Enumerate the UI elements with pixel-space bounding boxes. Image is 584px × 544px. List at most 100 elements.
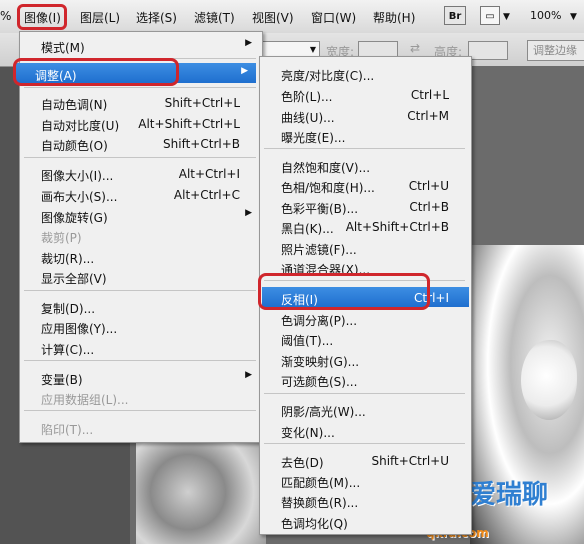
menu-item-shortcut: Shift+Ctrl+B xyxy=(163,137,240,151)
menu-item-label: 模式(M) xyxy=(41,41,85,55)
menu-item-label: 显示全部(V) xyxy=(41,272,107,286)
menu-item-shortcut: Ctrl+B xyxy=(409,200,449,214)
menu-item-label: 变量(B) xyxy=(41,373,83,387)
menu-separator xyxy=(24,290,256,291)
menu-item-label: 应用数据组(L)... xyxy=(41,393,129,407)
photo-face xyxy=(521,340,577,420)
red-highlight-image-menu xyxy=(17,4,67,30)
menu-item-label: 自动色调(N) xyxy=(41,98,108,112)
red-highlight-adjust xyxy=(13,58,179,86)
menubar-fragment: % xyxy=(0,9,12,23)
menu-item-shortcut: Shift+Ctrl+U xyxy=(371,454,449,468)
screen-mode-icon[interactable]: ▭ xyxy=(480,6,500,25)
menu-item-n[interactable]: 自动色调(N) Shift+Ctrl+L xyxy=(22,92,260,112)
menu-item-d[interactable]: 去色(D) Shift+Ctrl+U xyxy=(262,450,469,470)
menu-item-t[interactable]: 阈值(T)... xyxy=(262,328,469,348)
menu-item-r[interactable]: 替换颜色(R)... xyxy=(262,490,469,510)
menu-item-label: 渐变映射(G)... xyxy=(281,355,360,369)
chevron-down-icon: ▼ xyxy=(309,45,316,54)
photo-fragment-left xyxy=(136,440,266,544)
menu-separator xyxy=(264,443,465,444)
menu-layer[interactable]: 图层(L) xyxy=(80,9,120,26)
menu-item-k[interactable]: 黑白(K)... Alt+Shift+Ctrl+B xyxy=(262,216,469,236)
menu-item-label: 变化(N)... xyxy=(281,426,335,440)
zoom-level[interactable]: 100% xyxy=(530,9,561,22)
menu-item-d[interactable]: 复制(D)... xyxy=(22,296,260,316)
menu-help[interactable]: 帮助(H) xyxy=(373,9,415,26)
menu-item-label: 色彩平衡(B)... xyxy=(281,202,359,216)
menu-item-shortcut: Ctrl+M xyxy=(407,109,449,123)
submenu-arrow-icon: ▶ xyxy=(245,208,252,218)
menu-item-v[interactable]: 显示全部(V) xyxy=(22,266,260,286)
submenu-arrow-icon: ▶ xyxy=(245,38,252,48)
submenu-arrow-icon: ▶ xyxy=(245,370,252,380)
menu-item-m[interactable]: 匹配颜色(M)... xyxy=(262,470,469,490)
menu-item-label: 照片滤镜(F)... xyxy=(281,243,357,257)
menu-item-s[interactable]: 可选颜色(S)... xyxy=(262,369,469,389)
menu-item-label: 色相/饱和度(H)... xyxy=(281,181,375,195)
menu-item-label: 替换颜色(R)... xyxy=(281,496,359,510)
menu-item-label: 匹配颜色(M)... xyxy=(281,476,361,490)
menu-item-label: 曲线(U)... xyxy=(281,111,335,125)
menu-item-v[interactable]: 自然饱和度(V)... xyxy=(262,155,469,175)
menu-item-p[interactable]: 色调分离(P)... xyxy=(262,308,469,328)
menu-item-label: 色调均化(Q) xyxy=(281,517,348,531)
adjust-edge-button[interactable]: 调整边缘 xyxy=(527,40,584,61)
menu-item-label: 陷印(T)... xyxy=(41,423,94,437)
menu-item-n[interactable]: 变化(N)... xyxy=(262,420,469,440)
menu-select[interactable]: 选择(S) xyxy=(136,9,177,26)
menu-item-u[interactable]: 自动对比度(U) Alt+Shift+Ctrl+L xyxy=(22,113,260,133)
menu-item-label: 自然饱和度(V)... xyxy=(281,161,371,175)
menu-item-c[interactable]: 计算(C)... xyxy=(22,337,260,357)
menu-window[interactable]: 窗口(W) xyxy=(311,9,356,26)
menu-item-label: 应用图像(Y)... xyxy=(41,322,118,336)
menu-item-label: 图像旋转(G) xyxy=(41,211,108,225)
menu-item-label: 复制(D)... xyxy=(41,302,96,316)
bridge-icon[interactable]: Br xyxy=(444,6,466,25)
menu-item-label: 画布大小(S)... xyxy=(41,190,118,204)
zoom-chevron-icon[interactable]: ▼ xyxy=(570,12,577,22)
menu-item-q[interactable]: 色调均化(Q) xyxy=(262,511,469,531)
image-menu: 模式(M) ▶ 调整(A) ▶ 自动色调(N) Shift+Ctrl+L 自动对比度(U) A… xyxy=(16,31,263,443)
menu-item-u[interactable]: 曲线(U)... Ctrl+M xyxy=(262,105,469,125)
menu-separator xyxy=(24,157,256,158)
menu-item-label: 色调分离(P)... xyxy=(281,314,358,328)
menu-item-e[interactable]: 曝光度(E)... xyxy=(262,125,469,145)
menu-item-shortcut: Alt+Ctrl+C xyxy=(173,188,240,202)
menu-view[interactable]: 视图(V) xyxy=(252,9,294,26)
menu-item-shortcut: Alt+Shift+Ctrl+B xyxy=(345,220,449,234)
menu-item-label: 自动颜色(O) xyxy=(41,139,108,153)
menu-item-label: 计算(C)... xyxy=(41,343,95,357)
menu-item-o[interactable]: 自动颜色(O) Shift+Ctrl+B xyxy=(22,133,260,153)
menu-item-label: 阴影/高光(W)... xyxy=(281,405,366,419)
menu-item-y[interactable]: 应用图像(Y)... xyxy=(22,316,260,336)
menu-item-g[interactable]: 图像旋转(G) ▶ xyxy=(22,205,260,225)
menu-separator xyxy=(24,410,256,411)
menu-item-label: 去色(D) xyxy=(281,456,324,470)
menubar: % 图像(I) 图层(L) 选择(S) 滤镜(T) 视图(V) 窗口(W) 帮助… xyxy=(0,0,584,34)
menu-item-m[interactable]: 模式(M) ▶ xyxy=(22,35,260,55)
menu-item-s[interactable]: 画布大小(S)... Alt+Ctrl+C xyxy=(22,184,260,204)
menu-item-w[interactable]: 阴影/高光(W)... xyxy=(262,399,469,419)
menu-item-l[interactable]: 色阶(L)... Ctrl+L xyxy=(262,84,469,104)
menu-item-label: 裁切(R)... xyxy=(41,252,95,266)
menu-item-b[interactable]: 色彩平衡(B)... Ctrl+B xyxy=(262,196,469,216)
menu-separator xyxy=(264,148,465,149)
menu-item-c[interactable]: 亮度/对比度(C)... xyxy=(262,63,469,83)
menu-filter[interactable]: 滤镜(T) xyxy=(194,9,235,26)
menu-item-h[interactable]: 色相/饱和度(H)... Ctrl+U xyxy=(262,175,469,195)
menu-item-label: 可选颜色(S)... xyxy=(281,375,358,389)
swap-icon[interactable]: ⇄ xyxy=(410,41,420,55)
menu-item-g[interactable]: 渐变映射(G)... xyxy=(262,349,469,369)
menu-item-b[interactable]: 变量(B) ▶ xyxy=(22,367,260,387)
menu-item-label: 色阶(L)... xyxy=(281,90,333,104)
menu-separator xyxy=(24,360,256,361)
menu-item-label: 阈值(T)... xyxy=(281,334,334,348)
chevron-down-icon[interactable]: ▼ xyxy=(503,12,510,22)
menu-item-i[interactable]: 图像大小(I)... Alt+Ctrl+I xyxy=(22,163,260,183)
menu-item-f[interactable]: 照片滤镜(F)... xyxy=(262,237,469,257)
menu-item-label: 曝光度(E)... xyxy=(281,131,346,145)
menu-item-r[interactable]: 裁切(R)... xyxy=(22,246,260,266)
menu-item-t: 陷印(T)... xyxy=(22,417,260,437)
height-input[interactable] xyxy=(468,41,508,60)
